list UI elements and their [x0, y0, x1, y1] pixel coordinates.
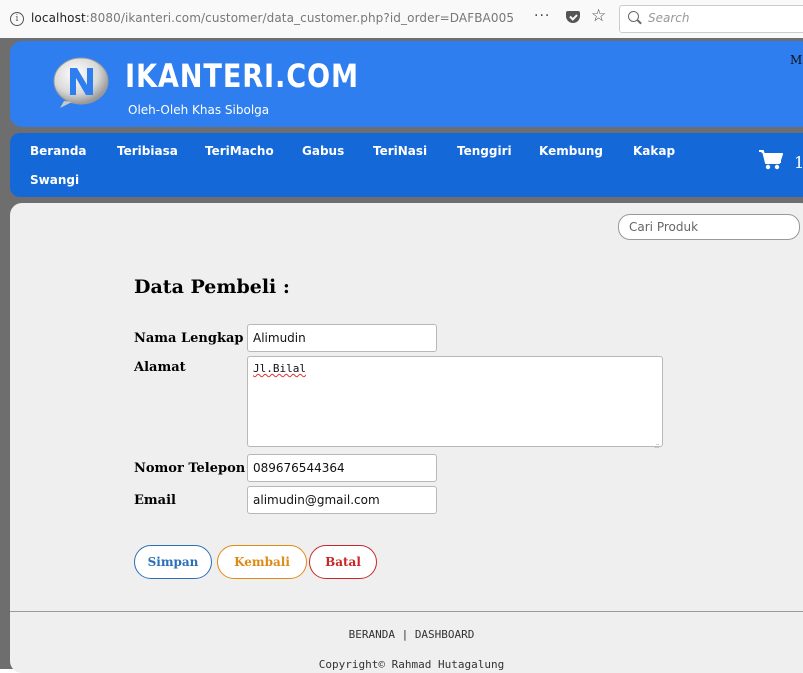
- back-button-label: Kembali: [234, 555, 290, 569]
- main-content: Data Pembeli : Nama Lengkap Alamat Jl.Bi…: [10, 203, 803, 673]
- email-field[interactable]: [247, 486, 437, 514]
- product-search-input[interactable]: [627, 219, 791, 235]
- nav-item-gabus[interactable]: Gabus: [302, 144, 344, 158]
- copyright: Copyright© Rahmad Hutagalung: [318, 658, 505, 671]
- back-button[interactable]: Kembali: [217, 545, 307, 579]
- address-bar[interactable]: localhost:8080/ikanteri.com/customer/dat…: [31, 11, 514, 25]
- nav-item-tenggiri[interactable]: Tenggiri: [457, 144, 512, 158]
- footer-divider: [10, 611, 803, 612]
- page-actions-icon[interactable]: ···: [534, 8, 550, 24]
- nav-item-kakap[interactable]: Kakap: [633, 144, 675, 158]
- site-header: IKANTERI.COM Oleh-Oleh Khas Sibolga Masu…: [10, 41, 803, 127]
- site-brand-title[interactable]: IKANTERI.COM: [125, 57, 359, 95]
- nav-item-kembung[interactable]: Kembung: [539, 144, 603, 158]
- bookmark-star-icon[interactable]: ☆: [591, 6, 606, 26]
- nav-item-teribiasa[interactable]: Teribiasa: [117, 144, 178, 158]
- pocket-icon[interactable]: [566, 11, 580, 23]
- nav-item-terinasi[interactable]: TeriNasi: [373, 144, 427, 158]
- footer-link-dashboard[interactable]: DASHBOARD: [415, 628, 475, 641]
- nav-item-terimacho[interactable]: TeriMacho: [205, 144, 274, 158]
- site-tagline: Oleh-Oleh Khas Sibolga: [128, 103, 270, 117]
- cart-icon[interactable]: [758, 149, 784, 171]
- browser-url-bar: i localhost:8080/ikanteri.com/customer/d…: [0, 0, 803, 39]
- footer-nav: BERANDA | DASHBOARD: [10, 628, 803, 641]
- nav-item-swangi[interactable]: Swangi: [30, 173, 79, 187]
- cancel-button[interactable]: Batal: [309, 545, 377, 579]
- login-link[interactable]: Masuk: [790, 53, 803, 67]
- footer-link-beranda[interactable]: BERANDA: [349, 628, 395, 641]
- product-search[interactable]: [618, 214, 800, 240]
- email-label: Email: [134, 493, 176, 508]
- address-field[interactable]: Jl.Bilal: [247, 356, 663, 447]
- browser-search-placeholder: Search: [648, 11, 690, 25]
- save-button-label: Simpan: [147, 555, 199, 569]
- info-icon[interactable]: i: [10, 12, 24, 26]
- phone-field[interactable]: [247, 454, 437, 482]
- address-label: Alamat: [134, 360, 186, 375]
- browser-search-box[interactable]: Search: [619, 5, 803, 33]
- resize-grip-icon[interactable]: .::: [654, 441, 660, 450]
- cancel-button-label: Batal: [325, 555, 361, 569]
- page-body: IKANTERI.COM Oleh-Oleh Khas Sibolga Masu…: [0, 38, 803, 673]
- phone-label: Nomor Telepon: [134, 461, 246, 476]
- save-button[interactable]: Simpan: [134, 545, 212, 579]
- search-icon: [628, 11, 639, 22]
- name-field[interactable]: [247, 324, 437, 352]
- footer-separator: |: [401, 628, 409, 641]
- page-title: Data Pembeli :: [134, 276, 290, 298]
- logo-icon[interactable]: [50, 57, 112, 109]
- main-nav: Beranda Teribiasa TeriMacho Gabus TeriNa…: [10, 133, 803, 197]
- name-label: Nama Lengkap: [134, 331, 244, 346]
- cart-count: 1: [794, 153, 803, 172]
- nav-item-beranda[interactable]: Beranda: [30, 144, 87, 158]
